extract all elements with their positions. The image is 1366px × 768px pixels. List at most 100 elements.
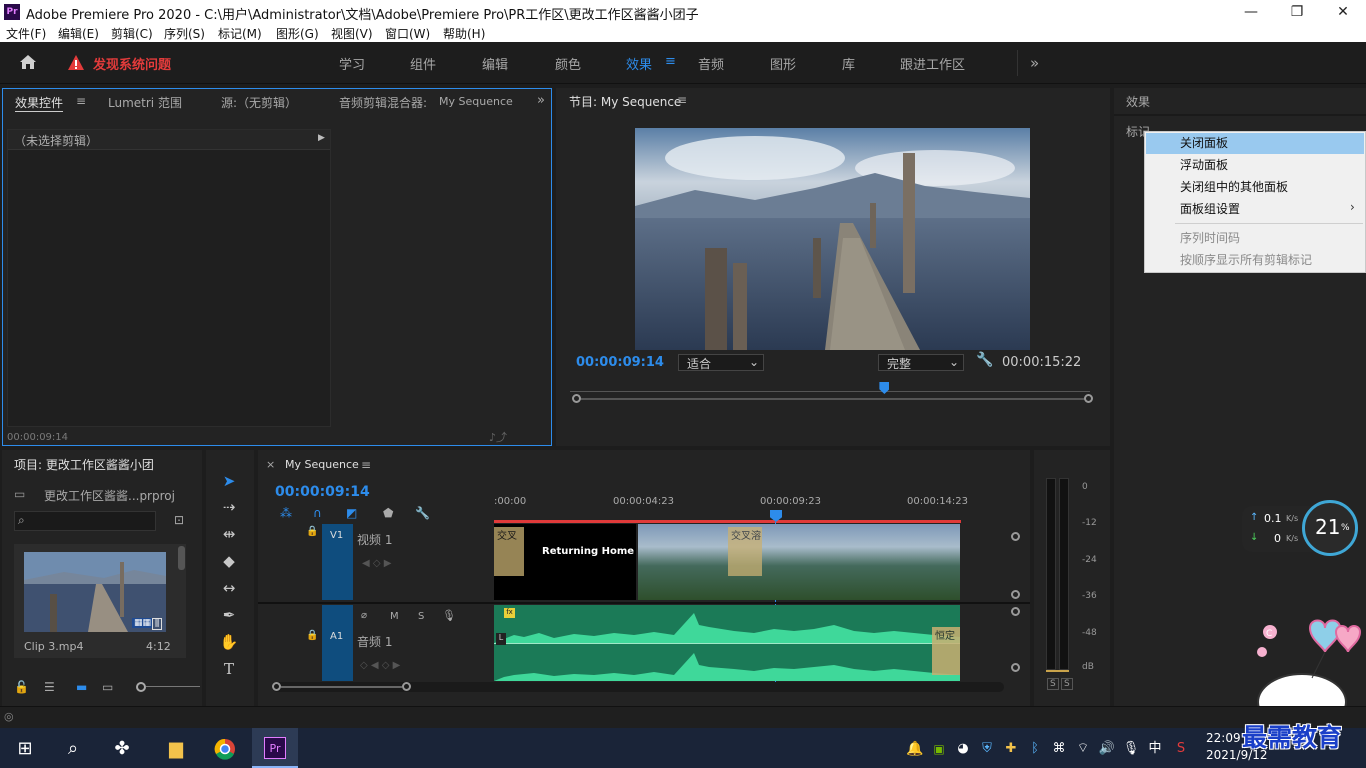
sogou-icon[interactable]: S [1170, 738, 1192, 760]
ws-audio[interactable]: 音频 [698, 54, 724, 73]
project-title[interactable]: 项目: 更改工作区酱酱小团 [14, 456, 154, 473]
program-zoom-bar[interactable] [572, 392, 1093, 406]
ws-custom[interactable]: 跟进工作区 [900, 54, 965, 73]
project-search-input[interactable] [14, 511, 156, 531]
menu-edit[interactable]: 编辑(E) [58, 25, 99, 42]
menu-close-other-panels[interactable]: 关闭组中的其他面板 [1146, 177, 1364, 198]
ws-more-icon[interactable]: » [1030, 54, 1039, 72]
audio-transition[interactable]: 恒定 [932, 627, 960, 675]
ws-effects-menu-icon[interactable]: ≡ [665, 54, 676, 69]
zoom-slider-track[interactable] [146, 686, 200, 687]
ripple-edit-tool-icon[interactable]: ⇹ [217, 523, 241, 545]
close-button[interactable]: ✕ [1320, 0, 1366, 24]
new-bin-icon[interactable]: ⊡ [174, 513, 184, 527]
tab-audio-clip-mixer[interactable]: 音频剪辑混合器: [339, 94, 427, 111]
a1-lock-icon[interactable]: 🔒 [306, 630, 318, 641]
menu-file[interactable]: 文件(F) [6, 25, 46, 42]
program-menu-icon[interactable]: ≡ [677, 93, 687, 107]
ws-libraries[interactable]: 库 [842, 54, 855, 73]
taskbar-search-icon[interactable]: ⌕ [62, 738, 84, 760]
timeline-marker-icon[interactable]: ⬟ [383, 506, 393, 520]
tab-mixer-sequence[interactable]: My Sequence [439, 95, 513, 108]
lock-icon[interactable]: 🔓 [14, 680, 29, 694]
a-scroll-bottom[interactable] [1011, 663, 1020, 672]
ws-color[interactable]: 颜色 [555, 54, 581, 73]
ime-indicator[interactable]: 中 [1144, 738, 1166, 760]
menu-undock-panel[interactable]: 浮动面板 [1146, 155, 1364, 176]
solo-button[interactable]: S [418, 611, 424, 622]
expand-arrow-icon[interactable]: ▶ [318, 133, 325, 143]
slip-tool-icon[interactable]: ↔ [217, 577, 241, 599]
v1-track-target[interactable]: V1 [322, 524, 353, 600]
windows-start-icon[interactable]: ⊞ [14, 738, 36, 760]
menu-help[interactable]: 帮助(H) [443, 25, 485, 42]
timeline-close-icon[interactable]: × [266, 458, 275, 471]
type-tool-icon[interactable]: T [217, 658, 241, 680]
meter-solo-right[interactable]: S [1061, 678, 1073, 690]
zoom-slider-handle[interactable] [136, 682, 146, 692]
tab-effect-controls[interactable]: 效果控件 [15, 94, 64, 112]
voiceover-mic-icon[interactable]: 🎙 [442, 609, 456, 622]
freeform-view-icon[interactable]: ▭ [102, 680, 113, 694]
track-select-tool-icon[interactable]: ⇢ [217, 496, 241, 518]
menu-sequence[interactable]: 序列(S) [164, 25, 205, 42]
timeline-settings-icon[interactable]: 🔧 [415, 506, 430, 520]
mute-button[interactable]: M [390, 611, 399, 622]
pen-tool-icon[interactable]: ✒ [217, 604, 241, 626]
ws-editing[interactable]: 编辑 [482, 54, 508, 73]
menu-graphics[interactable]: 图形(G) [276, 25, 319, 42]
snap-icon[interactable]: ∩ [313, 506, 322, 520]
file-explorer-icon[interactable]: ▆ [165, 738, 187, 760]
chrome-icon[interactable] [214, 738, 236, 760]
home-icon[interactable] [18, 52, 38, 72]
ws-learn[interactable]: 学习 [339, 54, 365, 73]
mute-speaker-icon[interactable]: ⌀ [361, 610, 367, 621]
timeline-timecode[interactable]: 00:00:09:14 [275, 484, 370, 500]
wrench-icon[interactable]: 🔧 [976, 352, 993, 368]
timeline-title[interactable]: My Sequence [285, 458, 359, 471]
timeline-menu-icon[interactable]: ≡ [361, 458, 371, 472]
v-scroll-bottom[interactable] [1011, 590, 1020, 599]
list-view-icon[interactable]: ☰ [44, 680, 55, 694]
transition-1[interactable]: 交叉 [494, 527, 524, 576]
system-alert[interactable]: 发现系统问题 [93, 54, 171, 73]
meter-solo-left[interactable]: S [1047, 678, 1059, 690]
tab-lumetri-scopes[interactable]: Lumetri 范围 [108, 94, 182, 111]
nvidia-icon[interactable]: ▣ [928, 738, 950, 760]
linked-selection-icon[interactable]: ◩ [346, 506, 357, 520]
taskbar-time[interactable]: 22:09 [1206, 731, 1241, 745]
ws-graphics[interactable]: 图形 [770, 54, 796, 73]
menu-view[interactable]: 视图(V) [331, 25, 373, 42]
transition-2[interactable]: 交叉溶 [728, 527, 762, 576]
tray-plus-icon[interactable]: ✚ [1000, 738, 1022, 760]
razor-tool-icon[interactable]: ◆ [217, 550, 241, 572]
menu-clip[interactable]: 剪辑(C) [111, 25, 153, 42]
hand-tool-icon[interactable]: ✋ [217, 631, 241, 653]
volume-icon[interactable]: 🔊 [1096, 738, 1118, 760]
ws-assembly[interactable]: 组件 [410, 54, 436, 73]
tab-menu-icon[interactable]: ≡ [76, 94, 86, 108]
wifi-icon[interactable]: ⌔ [1072, 738, 1094, 760]
panel-overflow-icon[interactable]: » [537, 93, 545, 108]
program-ruler[interactable] [570, 384, 1090, 392]
bluetooth-icon[interactable]: ᛒ [1024, 738, 1046, 760]
security-shield-icon[interactable]: ⛨ [976, 738, 998, 760]
taskbar-premiere-button[interactable]: Pr [252, 728, 298, 768]
minimize-button[interactable]: — [1228, 0, 1274, 24]
v1-lock-icon[interactable]: 🔒 [306, 526, 318, 537]
a1-keyframe-nav[interactable]: ◇ ◀ ◇ ▶ [360, 660, 400, 671]
effects-panel-title[interactable]: 效果 [1126, 93, 1150, 110]
v1-keyframe-nav[interactable]: ◀ ◇ ▶ [362, 558, 391, 569]
menu-close-panel[interactable]: 关闭面板 [1146, 133, 1364, 154]
audio-clip[interactable]: fx L 恒定 [494, 605, 960, 681]
nest-icon[interactable]: ⁂ [280, 506, 292, 520]
network-tray-icon[interactable]: ⌘ [1048, 738, 1070, 760]
export-icon[interactable]: ♪⤴ [489, 429, 507, 445]
timeline-horizontal-scrollbar[interactable] [272, 682, 1004, 692]
qq-icon[interactable]: ◕ [952, 738, 974, 760]
a1-track-target[interactable]: A1 [322, 605, 353, 681]
clip-thumbnail[interactable]: ▦▦ ⫼ Clip 3.mp4 4:12 [14, 544, 186, 658]
video-clip[interactable] [638, 524, 960, 600]
menu-panel-group-settings[interactable]: 面板组设置 [1146, 199, 1364, 220]
menu-window[interactable]: 窗口(W) [385, 25, 430, 42]
